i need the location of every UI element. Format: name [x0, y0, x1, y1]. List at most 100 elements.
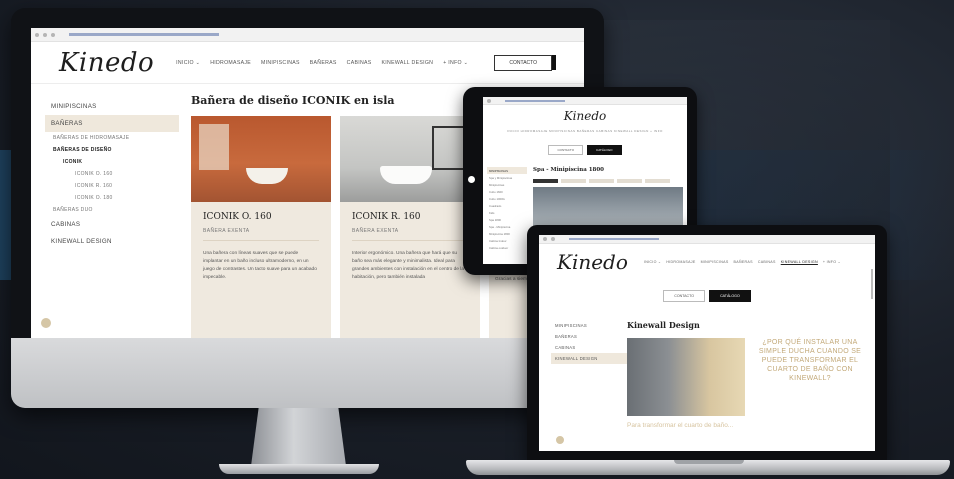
contact-button[interactable]: CONTACTO	[494, 54, 552, 71]
address-bar[interactable]	[505, 99, 565, 102]
sidebar-item[interactable]: Minipiscinas	[487, 181, 527, 188]
feature-row: ¿POR QUÉ INSTALAR UNA SIMPLE DUCHA CUAND…	[627, 338, 875, 416]
page-title: Spa - Minipiscina 1800	[533, 167, 605, 173]
tab-item[interactable]	[589, 179, 614, 183]
sidebar-item[interactable]: Minipiscina 1800	[487, 230, 527, 237]
back-icon[interactable]	[543, 237, 547, 241]
imac-chin	[11, 338, 604, 408]
kinedo-logo[interactable]: Kinedo	[483, 109, 687, 123]
feature-quote: ¿POR QUÉ INSTALAR UNA SIMPLE DUCHA CUAND…	[758, 339, 862, 382]
kinedo-logo[interactable]: Kinedo	[59, 48, 154, 78]
nav-item-baneras[interactable]: BAÑERAS	[734, 260, 753, 264]
laptop-mockup: Kinedo INICIO ⌄ HIDROMASAJE MINIPISCINAS…	[527, 225, 887, 462]
nav-item-info[interactable]: + INFO ⌄	[823, 260, 841, 264]
page-title: Kinewall Design	[627, 320, 700, 330]
product-title[interactable]: ICONIK R. 160	[352, 212, 468, 222]
catalog-tab[interactable]	[552, 55, 556, 70]
kinedo-logo[interactable]: Kinedo	[557, 250, 628, 274]
back-icon[interactable]	[487, 98, 491, 103]
nav-item-inicio[interactable]: INICIO ⌄	[644, 260, 661, 264]
sidebar-item-baneras[interactable]: BAÑERAS	[45, 115, 179, 132]
main-area: Kinewall Design ¿POR QUÉ INSTALAR UNA SI…	[627, 320, 875, 430]
sidebar-item-kinewall[interactable]: KINEWALL DESIGN	[551, 353, 627, 364]
nav-item-minipiscinas[interactable]: MINIPISCINAS	[701, 260, 729, 264]
tab-item[interactable]	[533, 179, 558, 183]
sidebar-item-iconik-r[interactable]: ICONIK R. 160	[45, 180, 179, 192]
sidebar-item[interactable]: Cabina outdoor	[487, 244, 527, 251]
header-buttons: CONTACTO CATÁLOGO	[539, 290, 875, 302]
product-image[interactable]	[340, 116, 480, 202]
tab-item[interactable]	[561, 179, 586, 183]
sidebar-item[interactable]: Cubo 1600	[487, 188, 527, 195]
sidebar-item-cabinas[interactable]: CABINAS	[551, 342, 627, 353]
laptop-screen: Kinedo INICIO ⌄ HIDROMASAJE MINIPISCINAS…	[539, 235, 875, 451]
sidebar-item[interactable]: MINIPISCINAS	[487, 167, 527, 174]
browser-toolbar	[31, 28, 584, 42]
product-card[interactable]: ICONIK O. 160 BAÑERA EXENTA Una bañera c…	[191, 116, 331, 338]
sidebar-item[interactable]: Spa - Minipiscina	[487, 223, 527, 230]
tab-item[interactable]	[645, 179, 670, 183]
product-image[interactable]	[191, 116, 331, 202]
catalog-button[interactable]: CATÁLOGO	[587, 145, 622, 155]
sidebar-item-minipiscinas[interactable]: MINIPISCINAS	[551, 320, 627, 331]
sidebar-item[interactable]: Spa 1800	[487, 216, 527, 223]
forward-icon[interactable]	[43, 32, 47, 37]
site-header: Kinedo INICIO ⌄ HIDROMASAJE MINIPISCINAS…	[31, 42, 584, 84]
header-buttons: CONTACTO CATÁLOGO	[483, 145, 687, 155]
back-icon[interactable]	[35, 32, 39, 37]
accessibility-button[interactable]	[555, 435, 565, 445]
sidebar-item[interactable]: Cuadrado	[487, 202, 527, 209]
sidebar-item-iconik[interactable]: ICONIK	[45, 156, 179, 168]
nav-item-kinewall[interactable]: KINEWALL DESIGN	[382, 60, 434, 66]
imac-stand-neck	[251, 408, 346, 466]
sidebar-item-iconik-o2[interactable]: ICONIK O. 180	[45, 192, 179, 204]
sidebar-item[interactable]: Spa y Minipiscinas	[487, 174, 527, 181]
nav-item-minipiscinas[interactable]: MINIPISCINAS	[261, 60, 300, 66]
sidebar-item[interactable]: Cubo 1000G	[487, 195, 527, 202]
sidebar-item-iconik-o[interactable]: ICONIK O. 160	[45, 168, 179, 180]
product-card[interactable]: ICONIK R. 160 BAÑERA EXENTA Interior erg…	[340, 116, 480, 338]
sidebar-item-cabinas[interactable]: CABINAS	[45, 216, 179, 233]
sidebar-item[interactable]: Kids	[487, 209, 527, 216]
sidebar-item-hidromasaje[interactable]: BAÑERAS DE HIDROMASAJE	[45, 132, 179, 144]
nav-item-hidromasaje[interactable]: HIDROMASAJE	[210, 60, 251, 66]
contact-button[interactable]: CONTACTO	[663, 290, 706, 302]
tab-item[interactable]	[617, 179, 642, 183]
reload-icon[interactable]	[51, 32, 55, 37]
site-header: Kinedo INICIO ⌄ HIDROMASAJE MINIPISCINAS…	[539, 244, 875, 276]
nav-item-kinewall[interactable]: KINEWALL DESIGN	[781, 260, 818, 264]
sidebar-item[interactable]: Cabina Indoor	[487, 237, 527, 244]
shower-image[interactable]	[627, 338, 745, 416]
sidebar-item-diseno[interactable]: BAÑERAS DE DISEÑO	[45, 144, 179, 156]
browser-toolbar	[539, 235, 875, 244]
nav-item-info[interactable]: + INFO ⌄	[443, 60, 468, 66]
forward-icon[interactable]	[551, 237, 555, 241]
product-subtitle: BAÑERA EXENTA	[203, 228, 319, 241]
nav-item-inicio[interactable]: INICIO ⌄	[176, 60, 200, 66]
main-nav[interactable]: INICIO HIDROMASAJE MINIPISCINAS BAÑERAS …	[483, 129, 687, 133]
category-sidebar: MINIPISCINAS Spa y Minipiscinas Minipisc…	[483, 167, 527, 251]
sidebar-item-kinewall[interactable]: KINEWALL DESIGN	[45, 233, 179, 250]
nav-item-baneras[interactable]: BAÑERAS	[310, 60, 337, 66]
product-subtitle: BAÑERA EXENTA	[352, 228, 468, 241]
product-description: Interior ergonómico. Una bañera que hará…	[352, 251, 464, 280]
browser-toolbar	[483, 97, 687, 105]
sidebar-item-baneras[interactable]: BAÑERAS	[551, 331, 627, 342]
main-nav: INICIO ⌄ HIDROMASAJE MINIPISCINAS BAÑERA…	[644, 260, 841, 264]
laptop-notch	[674, 460, 744, 464]
product-title[interactable]: ICONIK O. 160	[203, 212, 319, 222]
scrollbar[interactable]	[871, 269, 873, 299]
accessibility-button[interactable]	[39, 316, 53, 330]
sidebar-item-minipiscinas[interactable]: MINIPISCINAS	[45, 98, 179, 115]
contact-button[interactable]: CONTACTO	[548, 145, 584, 155]
sidebar-item-duo[interactable]: BAÑERAS DUO	[45, 204, 179, 216]
nav-item-hidromasaje[interactable]: HIDROMASAJE	[666, 260, 695, 264]
feature-caption: Para transformar el cuarto de baño...	[627, 422, 734, 429]
nav-item-cabinas[interactable]: CABINAS	[758, 260, 776, 264]
catalog-button[interactable]: CATÁLOGO	[709, 290, 751, 302]
main-nav: INICIO ⌄ HIDROMASAJE MINIPISCINAS BAÑERA…	[176, 60, 468, 66]
address-bar[interactable]	[569, 238, 659, 240]
nav-item-cabinas[interactable]: CABINAS	[347, 60, 372, 66]
category-sidebar: MINIPISCINAS BAÑERAS BAÑERAS DE HIDROMAS…	[31, 84, 179, 338]
address-bar[interactable]	[69, 33, 219, 36]
